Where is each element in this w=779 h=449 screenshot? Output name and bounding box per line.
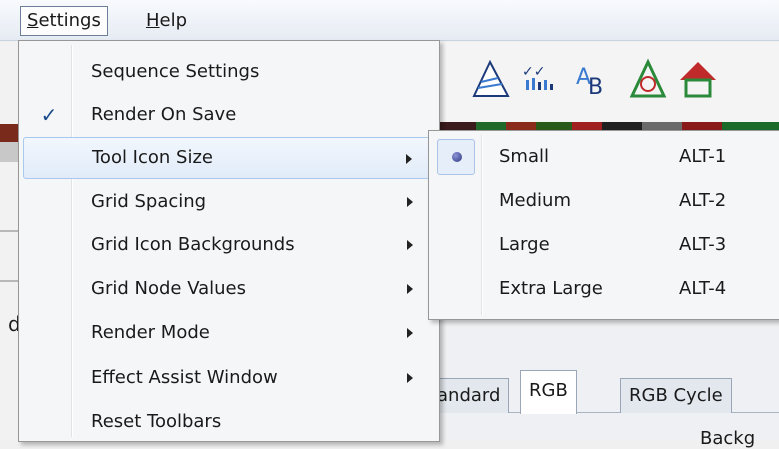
divider	[0, 280, 20, 282]
divider	[0, 230, 20, 232]
menu-item-render-on-save[interactable]: ✓ Render On Save	[23, 94, 433, 136]
help-mnemonic: H	[146, 10, 160, 31]
shortcut-label: ALT-2	[679, 190, 727, 211]
radio-indicator	[437, 139, 475, 175]
menu-item-label: Render On Save	[91, 104, 237, 125]
menu-item-label: Tool Icon Size	[92, 147, 213, 168]
divider	[0, 142, 20, 162]
shortcut-label: ALT-4	[679, 278, 727, 299]
menu-item-label: Effect Assist Window	[91, 367, 278, 388]
cone-tool-icon[interactable]	[468, 58, 512, 102]
menu-settings[interactable]: Settings	[20, 6, 108, 36]
submenu-item-extra-large[interactable]: Extra Large ALT-4	[433, 267, 776, 311]
tab-rgb-cycle[interactable]: RGB Cycle	[620, 378, 732, 413]
checkmark-icon: ✓	[40, 103, 58, 127]
menu-item-label: Grid Icon Backgrounds	[91, 234, 295, 255]
submenu-arrow-icon	[407, 240, 413, 250]
menu-item-reset-toolbars[interactable]: Reset Toolbars	[23, 401, 433, 443]
color-swatch	[0, 124, 20, 142]
submenu-item-label: Medium	[499, 190, 571, 211]
svg-text:✓✓: ✓✓	[522, 64, 545, 80]
shortcut-label: ALT-3	[679, 234, 727, 255]
submenu-arrow-icon	[407, 328, 413, 338]
settings-label-rest: ettings	[38, 10, 101, 31]
menu-item-tool-icon-size[interactable]: Tool Icon Size	[23, 137, 433, 179]
tab-rgb[interactable]: RGB	[520, 370, 577, 414]
tab-standard[interactable]: andard	[428, 378, 510, 413]
menu-help[interactable]: Help	[140, 7, 193, 35]
menubar: Settings Help	[0, 0, 779, 41]
bars-tool-icon[interactable]: ✓✓	[518, 58, 562, 102]
menu-item-effect-assist-window[interactable]: Effect Assist Window	[23, 357, 433, 399]
submenu-item-label: Extra Large	[499, 278, 603, 299]
submenu-item-large[interactable]: Large ALT-3	[433, 223, 776, 267]
submenu-arrow-icon	[407, 373, 413, 383]
submenu-item-label: Small	[499, 146, 549, 167]
submenu-arrow-icon	[406, 154, 412, 164]
settings-mnemonic: S	[27, 10, 39, 31]
svg-text:B: B	[588, 75, 603, 100]
background-label: Backg	[700, 428, 756, 449]
house-tool-icon[interactable]	[676, 58, 720, 102]
menu-item-render-mode[interactable]: Render Mode	[23, 312, 433, 354]
menu-item-label: Reset Toolbars	[91, 411, 222, 432]
menu-item-grid-node-values[interactable]: Grid Node Values	[23, 268, 433, 310]
menu-item-label: Render Mode	[91, 322, 210, 343]
shortcut-label: ALT-1	[679, 146, 727, 167]
submenu-item-medium[interactable]: Medium ALT-2	[433, 179, 776, 223]
menu-item-grid-icon-backgrounds[interactable]: Grid Icon Backgrounds	[23, 224, 433, 266]
text-tool-icon[interactable]: A B	[572, 58, 616, 102]
submenu-item-label: Large	[499, 234, 550, 255]
submenu-item-small[interactable]: Small ALT-1	[433, 135, 776, 179]
submenu-arrow-icon	[407, 284, 413, 294]
menu-item-label: Grid Node Values	[91, 278, 247, 299]
submenu-arrow-icon	[407, 197, 413, 207]
tool-icon-size-submenu: Small ALT-1 Medium ALT-2 Large ALT-3 Ext…	[428, 130, 779, 320]
menu-item-label: Grid Spacing	[91, 191, 207, 212]
tree-tool-icon[interactable]	[626, 58, 670, 102]
menu-item-grid-spacing[interactable]: Grid Spacing	[23, 181, 433, 223]
help-label-rest: elp	[159, 10, 188, 31]
menu-item-label: Sequence Settings	[91, 61, 260, 82]
settings-menu: Sequence Settings ✓ Render On Save Tool …	[18, 40, 440, 442]
radio-dot-icon	[452, 152, 462, 162]
menu-item-sequence-settings[interactable]: Sequence Settings	[23, 51, 433, 93]
